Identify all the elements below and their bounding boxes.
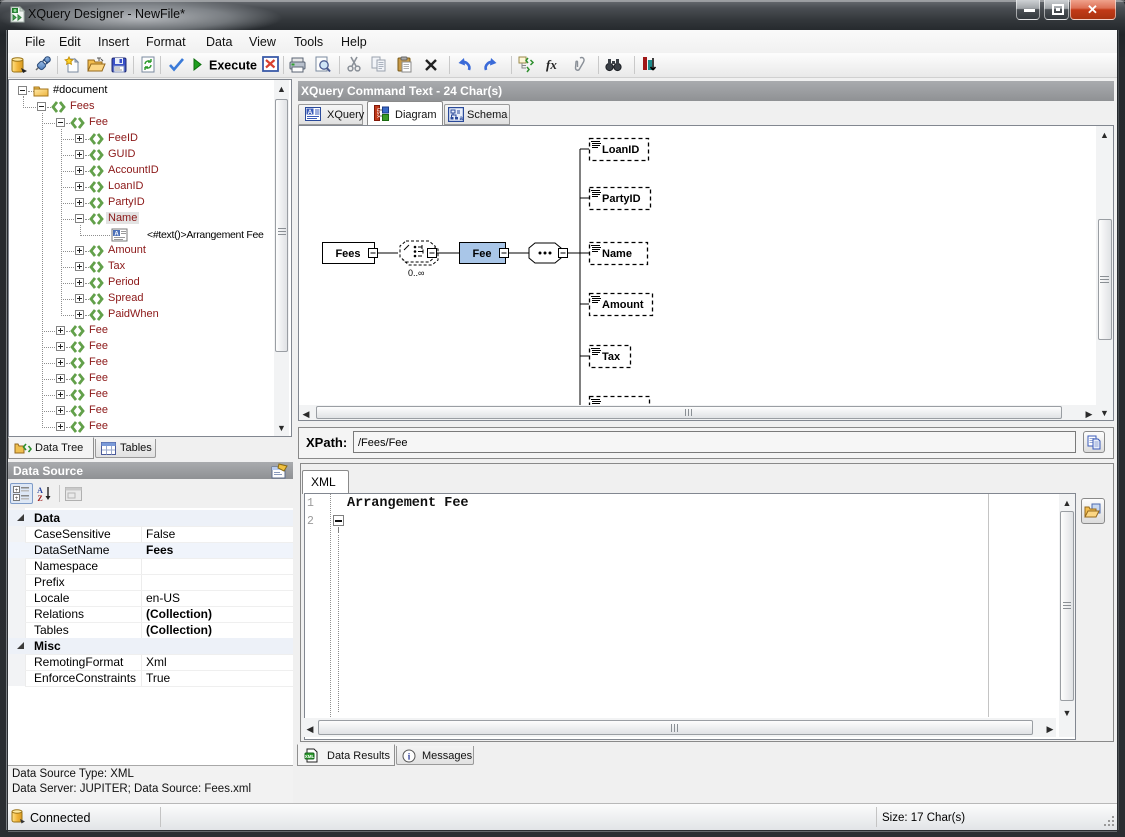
svg-text:Amount: Amount [602,299,644,311]
svg-text:Fees: Fees [335,248,360,260]
svg-text:A: A [308,109,313,116]
svg-text:Name: Name [602,248,632,260]
svg-text:+: + [15,496,19,501]
svg-text:Fee: Fee [473,248,492,260]
svg-text:fx: fx [546,57,557,72]
svg-text:+: + [15,488,19,494]
svg-text:PartyID: PartyID [602,193,641,205]
svg-text:XML: XML [305,754,315,759]
svg-text:A: A [114,232,119,238]
svg-text:0..∞: 0..∞ [408,268,424,278]
svg-text:Execute: Execute [209,59,257,73]
svg-text:LoanID: LoanID [602,144,639,156]
svg-text:Tax: Tax [602,351,621,363]
svg-text:Z: Z [37,494,42,502]
